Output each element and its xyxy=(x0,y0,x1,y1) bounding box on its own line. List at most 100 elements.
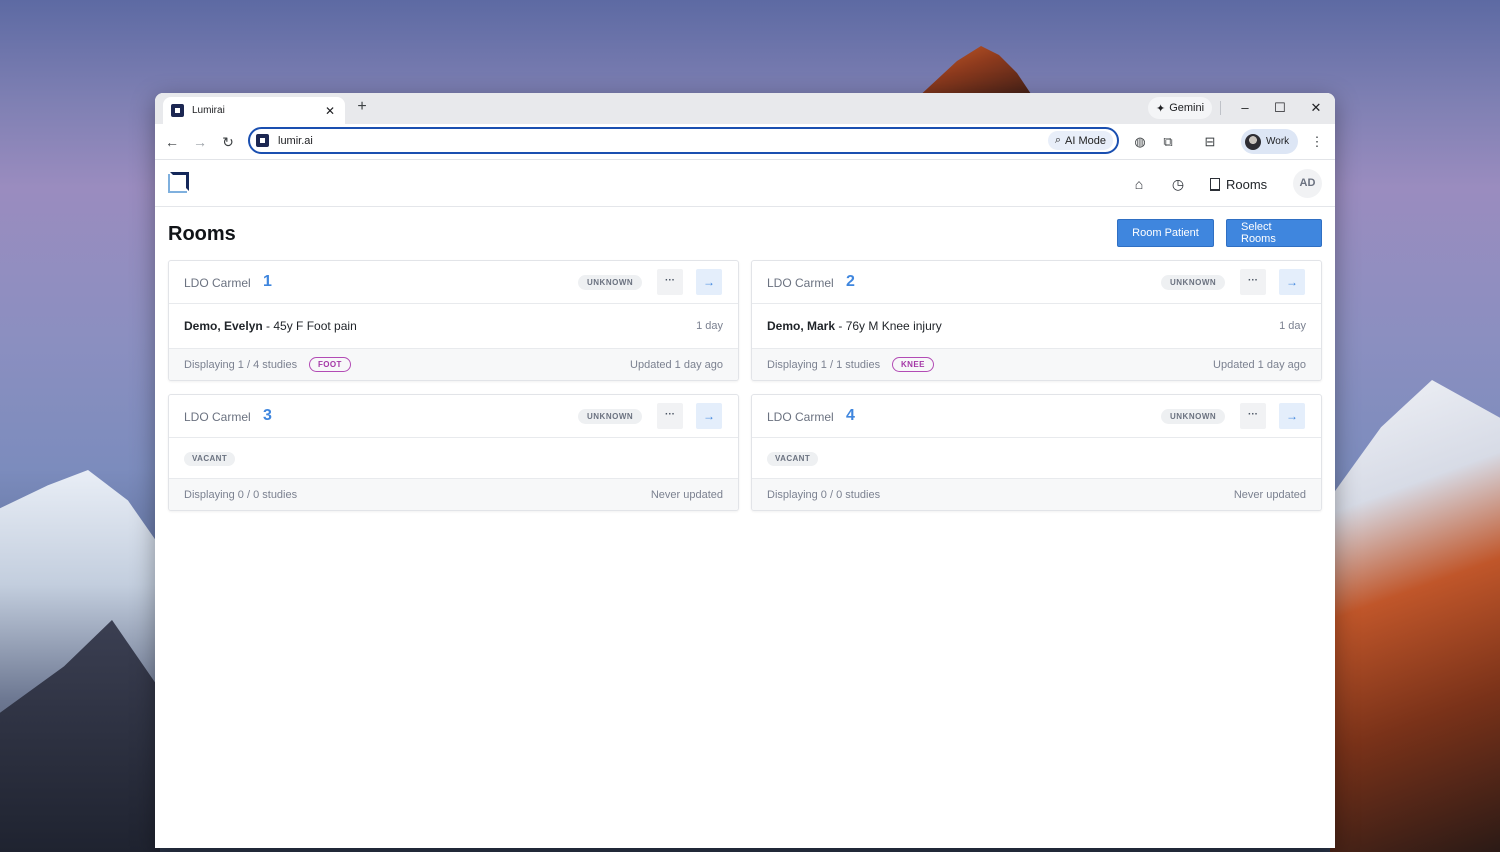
room-occupancy-row: VACANT xyxy=(752,438,1321,479)
room-location: LDO Carmel xyxy=(767,410,834,424)
room-card-footer: Displaying 1 / 1 studies KNEE Updated 1 … xyxy=(752,349,1321,380)
select-rooms-button[interactable]: Select Rooms xyxy=(1226,219,1322,247)
forward-icon[interactable]: → xyxy=(190,132,210,152)
patient-info: Demo, Mark - 76y M Knee injury xyxy=(767,319,942,333)
patient-info: Demo, Evelyn - 45y F Foot pain xyxy=(184,319,357,333)
body-part-tag[interactable]: FOOT xyxy=(309,357,351,372)
room-card-footer: Displaying 0 / 0 studies Never updated xyxy=(169,479,738,510)
ai-search-icon: ⌕ xyxy=(1054,134,1062,146)
tab-close-icon[interactable]: ✕ xyxy=(323,104,337,118)
close-window-icon[interactable]: ✕ xyxy=(1306,98,1326,118)
status-badge: UNKNOWN xyxy=(578,409,643,424)
browser-menu-icon[interactable]: ⋮ xyxy=(1307,132,1327,152)
room-card-3: LDO Carmel 3 UNKNOWN ··· → VACANT Displa… xyxy=(168,394,739,511)
reading-list-icon[interactable]: ⊟ xyxy=(1200,132,1220,152)
address-bar[interactable]: lumir.ai ⌕ AI Mode xyxy=(248,127,1119,154)
extensions-puzzle-icon[interactable]: ⧉ xyxy=(1158,132,1178,152)
studies-count: Displaying 0 / 0 studies xyxy=(767,489,881,501)
room-card-header: LDO Carmel 3 UNKNOWN ··· → xyxy=(169,395,738,438)
profile-avatar xyxy=(1245,133,1261,150)
room-patient-button[interactable]: Room Patient xyxy=(1117,219,1214,247)
browser-window: Lumirai ✕ + ✦ Gemini – ☐ ✕ ← → ↻ lumir.a… xyxy=(155,93,1335,848)
patient-detail: - 76y M Knee injury xyxy=(835,319,942,333)
tab-strip: Lumirai ✕ + ✦ Gemini – ☐ ✕ xyxy=(155,93,1335,124)
studies-count: Displaying 1 / 4 studies xyxy=(184,359,298,371)
room-card-header: LDO Carmel 2 UNKNOWN ··· → xyxy=(752,261,1321,304)
more-options-button[interactable]: ··· xyxy=(657,269,683,295)
url-text[interactable]: lumir.ai xyxy=(278,135,1048,147)
gemini-label: Gemini xyxy=(1169,102,1205,114)
home-icon[interactable]: ⌂ xyxy=(1130,175,1148,193)
room-card-footer: Displaying 1 / 4 studies FOOT Updated 1 … xyxy=(169,349,738,380)
reload-icon[interactable]: ↻ xyxy=(218,132,238,152)
room-patient-row[interactable]: Demo, Mark - 76y M Knee injury 1 day xyxy=(752,304,1321,349)
updated-time: Never updated xyxy=(650,489,723,501)
patient-detail: - 45y F Foot pain xyxy=(262,319,357,333)
user-avatar[interactable]: AD xyxy=(1293,169,1322,198)
back-icon[interactable]: ← xyxy=(162,132,182,152)
room-card-header: LDO Carmel 4 UNKNOWN ··· → xyxy=(752,395,1321,438)
minimize-icon[interactable]: – xyxy=(1235,98,1255,118)
room-number: 4 xyxy=(846,407,855,424)
extension-shield-icon[interactable]: ◍ xyxy=(1130,132,1150,152)
nav-rooms-link[interactable]: Rooms xyxy=(1210,173,1267,195)
lumirai-logo[interactable] xyxy=(168,172,189,193)
vacant-badge: VACANT xyxy=(184,452,236,466)
history-icon[interactable]: ◷ xyxy=(1169,175,1187,193)
gemini-button[interactable]: ✦ Gemini xyxy=(1148,97,1213,119)
room-location: LDO Carmel xyxy=(184,276,251,290)
time-in-room: 1 day xyxy=(696,320,723,332)
rooms-page: Rooms Room Patient Select Rooms LDO Carm… xyxy=(155,207,1335,848)
patient-name: Demo, Evelyn xyxy=(184,319,263,333)
updated-time: Updated 1 day ago xyxy=(1213,359,1306,371)
room-number: 2 xyxy=(846,273,855,290)
new-tab-button[interactable]: + xyxy=(354,98,370,116)
nav-rooms-label: Rooms xyxy=(1226,176,1268,192)
room-card-header: LDO Carmel 1 UNKNOWN ··· → xyxy=(169,261,738,304)
window-controls-divider xyxy=(1220,101,1221,115)
body-part-tag[interactable]: KNEE xyxy=(892,357,934,372)
ai-mode-label: AI Mode xyxy=(1065,134,1106,147)
site-info-icon[interactable] xyxy=(256,134,269,147)
sparkle-icon: ✦ xyxy=(1156,102,1166,115)
studies-count: Displaying 0 / 0 studies xyxy=(184,489,298,501)
ai-mode-button[interactable]: ⌕ AI Mode xyxy=(1047,131,1113,150)
patient-name: Demo, Mark xyxy=(767,319,836,333)
open-room-arrow-icon[interactable]: → xyxy=(1279,403,1305,429)
browser-toolbar: ← → ↻ lumir.ai ⌕ AI Mode ◍ ⧉ ⊟ Work ⋮ xyxy=(155,124,1335,160)
tab-title: Lumirai xyxy=(192,105,225,116)
page-title: Rooms xyxy=(168,223,236,245)
browser-tab-lumirai[interactable]: Lumirai ✕ xyxy=(163,97,345,124)
room-occupancy-row: VACANT xyxy=(169,438,738,479)
more-options-button[interactable]: ··· xyxy=(1240,269,1266,295)
status-badge: UNKNOWN xyxy=(1161,409,1226,424)
room-card-2: LDO Carmel 2 UNKNOWN ··· → Demo, Mark - … xyxy=(751,260,1322,381)
room-location: LDO Carmel xyxy=(767,276,834,290)
status-badge: UNKNOWN xyxy=(578,275,643,290)
door-icon xyxy=(1210,177,1220,191)
room-location: LDO Carmel xyxy=(184,410,251,424)
site-favicon-icon xyxy=(171,104,184,117)
maximize-icon[interactable]: ☐ xyxy=(1270,98,1290,118)
app-header: ⌂ ◷ Rooms AD xyxy=(155,160,1335,207)
studies-count: Displaying 1 / 1 studies xyxy=(767,359,881,371)
vacant-badge: VACANT xyxy=(767,452,819,466)
wallpaper-mountain-right xyxy=(1330,380,1500,852)
more-options-button[interactable]: ··· xyxy=(1240,403,1266,429)
room-number: 1 xyxy=(263,273,272,290)
profile-button[interactable]: Work xyxy=(1241,129,1299,154)
profile-label: Work xyxy=(1266,136,1290,147)
updated-time: Updated 1 day ago xyxy=(630,359,723,371)
wallpaper-peak xyxy=(915,46,1035,100)
open-room-arrow-icon[interactable]: → xyxy=(696,403,722,429)
room-patient-row[interactable]: Demo, Evelyn - 45y F Foot pain 1 day xyxy=(169,304,738,349)
room-card-4: LDO Carmel 4 UNKNOWN ··· → VACANT Displa… xyxy=(751,394,1322,511)
status-badge: UNKNOWN xyxy=(1161,275,1226,290)
room-card-footer: Displaying 0 / 0 studies Never updated xyxy=(752,479,1321,510)
updated-time: Never updated xyxy=(1233,489,1306,501)
open-room-arrow-icon[interactable]: → xyxy=(1279,269,1305,295)
time-in-room: 1 day xyxy=(1279,320,1306,332)
more-options-button[interactable]: ··· xyxy=(657,403,683,429)
open-room-arrow-icon[interactable]: → xyxy=(696,269,722,295)
room-card-1: LDO Carmel 1 UNKNOWN ··· → Demo, Evelyn … xyxy=(168,260,739,381)
